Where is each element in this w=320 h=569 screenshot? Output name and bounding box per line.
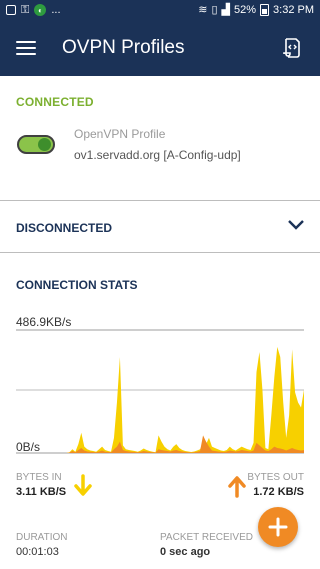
profile-name[interactable]: OpenVPN Profile [74,127,165,141]
upload-arrow-icon [228,476,246,498]
duration-label: DURATION [16,532,68,543]
bytes-in-area [16,346,304,453]
bytes-out-value: 1.72 KB/S [253,486,304,498]
divider [0,252,320,253]
bytes-in-value: 3.11 KB/S [16,486,67,498]
duration-value: 00:01:03 [16,546,59,558]
key-icon: ⚿ [21,3,30,16]
status-overflow-text: ... [51,4,61,16]
stats-heading: CONNECTION STATS [16,278,138,292]
profile-toggle[interactable] [17,135,55,154]
plus-icon [268,517,288,537]
connected-section: CONNECTED OpenVPN Profile ov1.servadd.or… [0,76,320,200]
bytes-out-label: BYTES OUT [247,472,304,483]
traffic-chart [16,329,304,454]
add-profile-button[interactable] [258,507,298,547]
app-bar: OVPN Profiles [0,20,320,76]
chart-max-label: 486.9KB/s [16,315,72,329]
vpn-shield-icon: ◐ [34,4,47,16]
profile-server[interactable]: ov1.servadd.org [A-Config-udp] [74,148,241,162]
chart-min-label: 0B/s [16,440,41,454]
bytes-in-label: BYTES IN [16,472,62,483]
sim-icon: ▯ [211,3,218,16]
chevron-down-icon[interactable] [288,219,304,231]
import-file-icon[interactable] [280,36,304,60]
disconnected-heading: DISCONNECTED [16,221,113,235]
disconnected-section[interactable]: DISCONNECTED [0,201,320,251]
connected-heading: CONNECTED [16,95,94,109]
wifi-icon: ≋ [198,3,208,16]
hamburger-icon[interactable] [16,41,36,55]
packet-received-value: 0 sec ago [160,546,211,558]
battery-percent: 52% [234,4,257,16]
page-title: OVPN Profiles [62,37,185,58]
packet-received-label: PACKET RECEIVED [160,532,253,543]
download-arrow-icon [74,474,92,496]
alert-icon [6,5,16,15]
clock: 3:32 PM [273,4,314,16]
signal-icon: ▟ [221,3,230,16]
battery-icon [260,4,270,16]
toggle-knob [38,138,51,151]
status-bar: ⚿ ◐ ... ≋ ▯ ▟ 52% 3:32 PM [0,0,320,20]
